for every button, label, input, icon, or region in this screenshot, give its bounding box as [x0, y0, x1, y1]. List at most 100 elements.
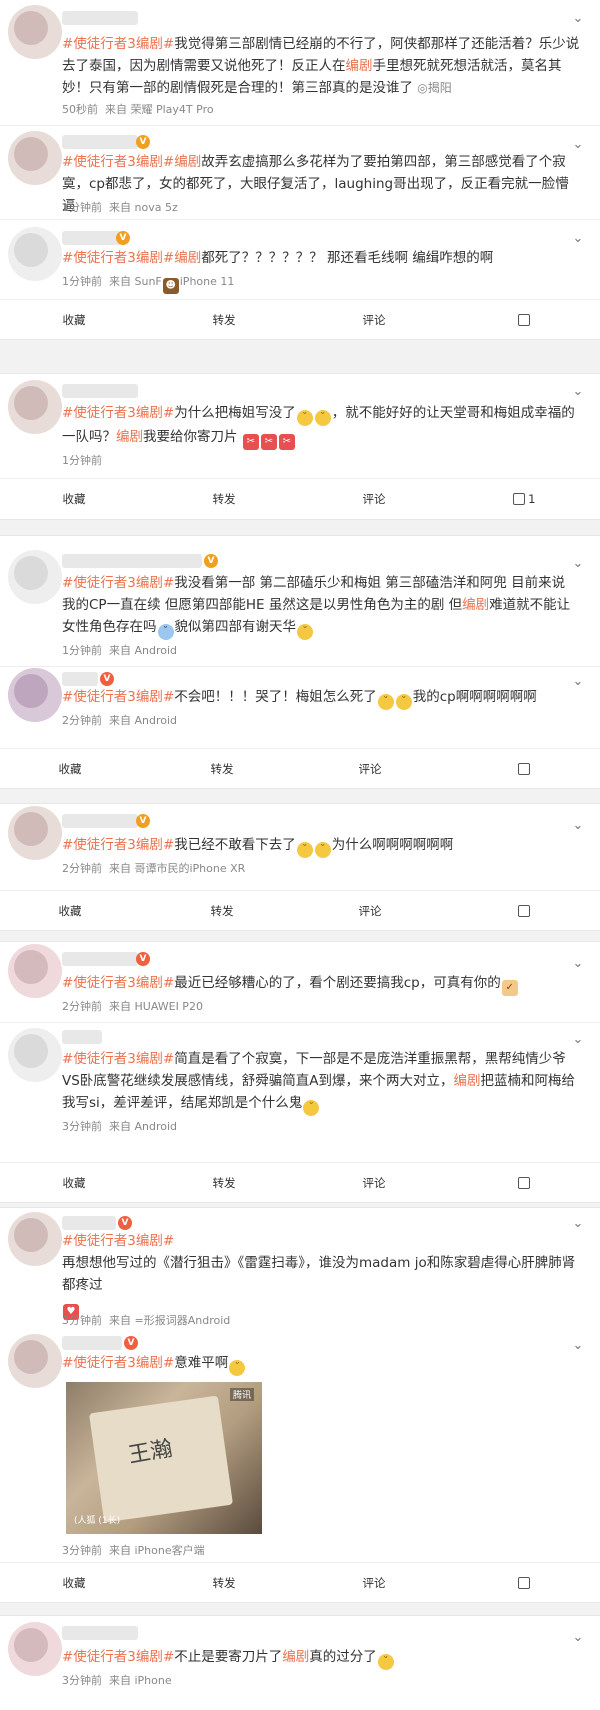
- comment-button[interactable]: 评论: [340, 891, 400, 931]
- comment-meta: 50秒前 来自 荣耀 Play4T Pro: [62, 103, 214, 116]
- weibo-comment-feed: ⌄ #使徒行者3编剧#我觉得第三部剧情已经崩的不行了，阿侠都那样了还能活着？乐少…: [0, 0, 600, 1710]
- watermark-logo: 腾讯: [229, 1388, 254, 1401]
- comment-card: V ⌄ #使徒行者3编剧#最近已经够糟心的了，看个剧还要搞我cp，可真有你的 ✓ …: [0, 941, 600, 1203]
- topic-tag[interactable]: #使徒行者3编剧#: [62, 36, 174, 52]
- chevron-down-icon[interactable]: ⌄: [570, 11, 586, 27]
- comment-button[interactable]: 评论: [344, 300, 404, 340]
- like-button[interactable]: [494, 749, 554, 789]
- topic-tag[interactable]: #使徒行者3编剧#: [62, 405, 174, 421]
- action-bar: 收藏 转发 评论 1: [0, 478, 600, 518]
- topic-tag[interactable]: #使徒行者3编剧#: [62, 1355, 174, 1371]
- collect-button[interactable]: 收藏: [44, 300, 104, 340]
- comment-button[interactable]: 评论: [344, 479, 404, 519]
- avatar[interactable]: [8, 806, 62, 860]
- chevron-down-icon[interactable]: ⌄: [570, 231, 586, 247]
- avatar[interactable]: [8, 5, 62, 59]
- chevron-down-icon[interactable]: ⌄: [570, 556, 586, 572]
- chevron-down-icon[interactable]: ⌄: [570, 956, 586, 972]
- topic-tag[interactable]: #使徒行者3编剧#: [62, 837, 174, 853]
- action-bar: 收藏 转发 评论: [0, 1562, 600, 1602]
- like-button[interactable]: [494, 300, 554, 340]
- username[interactable]: [62, 1626, 138, 1640]
- vip-badge-icon: V: [204, 554, 218, 568]
- keyword-highlight[interactable]: 编剧: [174, 250, 201, 266]
- collect-button[interactable]: 收藏: [40, 749, 100, 789]
- topic-tag[interactable]: #使徒行者3编剧#: [62, 1233, 174, 1249]
- avatar[interactable]: [8, 380, 62, 434]
- like-button[interactable]: [494, 1163, 554, 1203]
- crying-emoji-icon: ˘: [395, 694, 412, 710]
- topic-tag[interactable]: #使徒行者3编剧#: [62, 975, 174, 991]
- comment-meta: 3分钟前 来自 Android: [62, 1120, 178, 1133]
- repost-button[interactable]: 转发: [194, 1563, 254, 1603]
- comment-button[interactable]: 评论: [340, 749, 400, 789]
- keyword-highlight[interactable]: 编剧: [174, 154, 201, 170]
- keyword-highlight[interactable]: 编剧: [116, 429, 143, 445]
- username[interactable]: [62, 952, 138, 966]
- location-link[interactable]: ◎揭阳: [417, 81, 452, 95]
- repost-button[interactable]: 转发: [194, 479, 254, 519]
- topic-tag[interactable]: #使徒行者3编剧#: [62, 154, 174, 170]
- like-button[interactable]: [494, 891, 554, 931]
- avatar[interactable]: [8, 550, 62, 604]
- chevron-down-icon[interactable]: ⌄: [570, 384, 586, 400]
- chevron-down-icon[interactable]: ⌄: [570, 1630, 586, 1646]
- username[interactable]: [62, 554, 202, 568]
- avatar[interactable]: [8, 1622, 62, 1676]
- username[interactable]: [62, 814, 138, 828]
- collect-button[interactable]: 收藏: [44, 1563, 104, 1603]
- comment-button[interactable]: 评论: [344, 1563, 404, 1603]
- collect-button[interactable]: 收藏: [44, 1163, 104, 1203]
- repost-button[interactable]: 转发: [192, 749, 252, 789]
- chevron-down-icon[interactable]: ⌄: [570, 818, 586, 834]
- emoji-icon: ˘: [377, 1654, 394, 1670]
- attached-image[interactable]: 王瀚 腾讯 (人狐 (1长): [66, 1382, 262, 1534]
- comment-meta: 1分钟前 来自 SunF ☻ iPhone 11: [62, 273, 234, 294]
- comment-text: #使徒行者3编剧#我觉得第三部剧情已经崩的不行了，阿侠都那样了还能活着？乐少说去…: [62, 36, 580, 96]
- username[interactable]: [62, 11, 138, 25]
- comment-text: #使徒行者3编剧#我已经不敢看下去了 ˘ ˘ 为什么啊啊啊啊啊啊: [62, 834, 580, 858]
- topic-tag[interactable]: #使徒行者3编剧#: [62, 1649, 174, 1665]
- crying-emoji-icon: ˘: [377, 694, 394, 710]
- comment-meta: 3分钟前 来自 iPhone: [62, 1674, 172, 1687]
- collect-button[interactable]: 收藏: [40, 891, 100, 931]
- avatar[interactable]: [8, 1212, 62, 1266]
- username[interactable]: [62, 231, 122, 245]
- avatar[interactable]: [8, 131, 62, 185]
- repost-button[interactable]: 转发: [194, 1163, 254, 1203]
- username[interactable]: [62, 1216, 116, 1230]
- collect-button[interactable]: 收藏: [44, 479, 104, 519]
- topic-tag[interactable]: #使徒行者3编剧#: [62, 689, 174, 705]
- avatar[interactable]: [8, 1334, 62, 1388]
- username[interactable]: [62, 1336, 122, 1350]
- comment-card: ⌄ #使徒行者3编剧#不止是要寄刀片了编剧真的过分了 ˘ 3分钟前 来自 iPho…: [0, 1615, 600, 1710]
- keyword-highlight[interactable]: 编剧: [454, 1073, 481, 1089]
- comment-button[interactable]: 评论: [344, 1163, 404, 1203]
- username[interactable]: [62, 135, 138, 149]
- thumbs-up-icon: [518, 314, 530, 326]
- avatar[interactable]: [8, 944, 62, 998]
- like-button[interactable]: 1: [494, 479, 554, 519]
- comment-meta: 1分钟前: [62, 454, 102, 467]
- keyword-highlight[interactable]: 编剧: [346, 58, 373, 74]
- topic-tag[interactable]: #使徒行者3编剧#: [62, 1051, 174, 1067]
- thumbs-up-icon: [518, 1577, 530, 1589]
- vip-badge-icon: V: [136, 952, 150, 966]
- username[interactable]: [62, 384, 138, 398]
- chevron-down-icon[interactable]: ⌄: [570, 1032, 586, 1048]
- avatar[interactable]: [8, 668, 62, 722]
- repost-button[interactable]: 转发: [192, 891, 252, 931]
- like-button[interactable]: [494, 1563, 554, 1603]
- topic-tag[interactable]: #使徒行者3编剧#: [62, 575, 174, 591]
- username[interactable]: [62, 1030, 102, 1044]
- comment-card: ⌄ #使徒行者3编剧#为什么把梅姐写没了 ˘ ˘ ，就不能好好的让天堂哥和梅姐成幸福的…: [0, 373, 600, 520]
- keyword-highlight[interactable]: 编剧: [462, 597, 489, 613]
- keyword-highlight[interactable]: 编剧: [282, 1649, 309, 1665]
- comment-text: #使徒行者3编剧#为什么把梅姐写没了 ˘ ˘ ，就不能好好的让天堂哥和梅姐成幸福的一队…: [62, 402, 580, 450]
- crying-emoji-icon: ˘: [314, 410, 331, 426]
- avatar[interactable]: [8, 227, 62, 281]
- repost-button[interactable]: 转发: [194, 300, 254, 340]
- avatar[interactable]: [8, 1028, 62, 1082]
- username[interactable]: [62, 672, 98, 686]
- topic-tag[interactable]: #使徒行者3编剧#: [62, 250, 174, 266]
